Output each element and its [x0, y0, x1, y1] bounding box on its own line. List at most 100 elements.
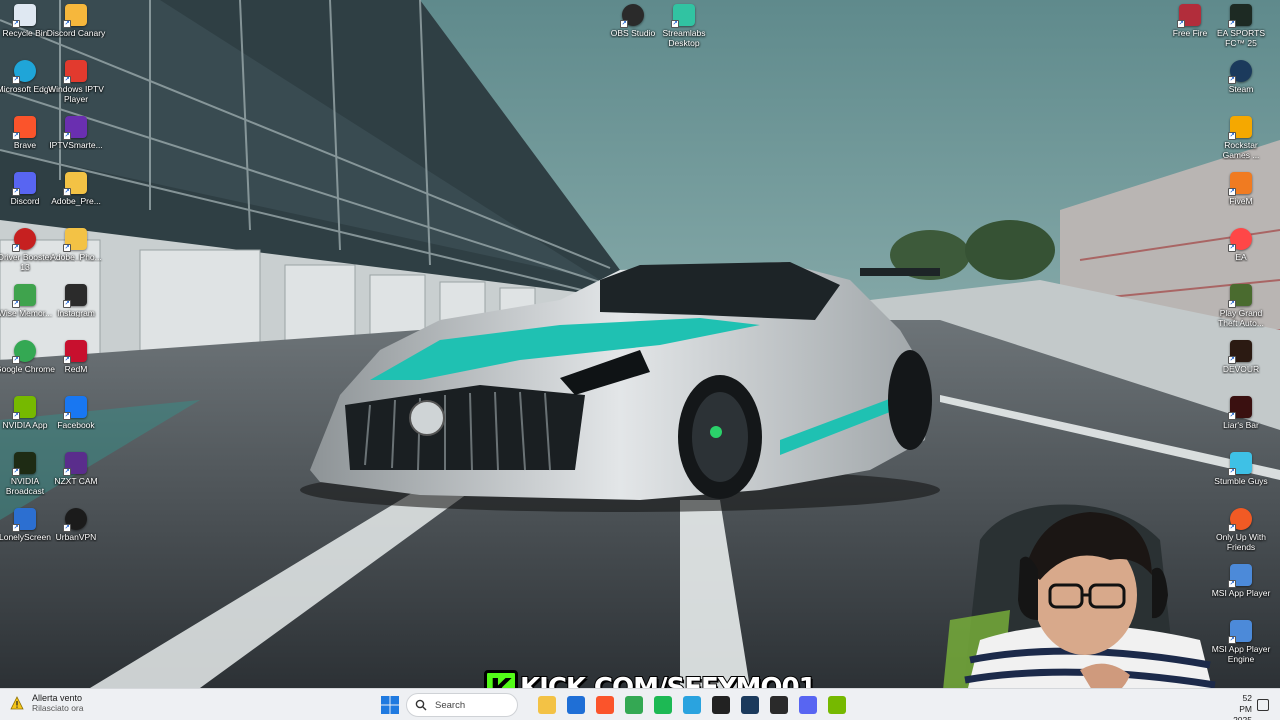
desktop-shortcut-steam[interactable]: ↗ Steam — [1213, 60, 1269, 112]
shortcut-arrow-icon: ↗ — [63, 76, 71, 84]
instagram-icon: ↗ — [63, 284, 87, 308]
desktop-shortcut-devour[interactable]: ↗ DEVOUR — [1213, 340, 1269, 392]
desktop-shortcut-label: FiveM — [1229, 196, 1253, 206]
shortcut-arrow-icon: ↗ — [63, 524, 71, 532]
shortcut-arrow-icon: ↗ — [12, 412, 20, 420]
rockstar-icon: ↗ — [1228, 116, 1252, 140]
devour-icon: ↗ — [1228, 340, 1252, 364]
lonelyscreen-icon: ↗ — [12, 508, 36, 532]
desktop-shortcut-label: RedM — [64, 364, 88, 374]
taskbar-app-file-explorer[interactable] — [538, 696, 556, 714]
shortcut-arrow-icon: ↗ — [671, 20, 679, 28]
desktop-shortcut-folder[interactable]: ↗ Adobe_Pho... — [48, 228, 104, 280]
redm-icon: ↗ — [63, 340, 87, 364]
desktop-shortcut-fivem[interactable]: ↗ FiveM — [1213, 172, 1269, 224]
desktop-shortcut-label: Discord Canary — [46, 28, 106, 38]
desktop-shortcut-ea[interactable]: ↗ EA — [1213, 228, 1269, 280]
shortcut-arrow-icon: ↗ — [1228, 188, 1236, 196]
desktop-shortcut-label: Windows IPTV Player — [48, 84, 104, 104]
shortcut-arrow-icon: ↗ — [12, 524, 20, 532]
webcam-overlay — [920, 500, 1238, 720]
weather-subtitle: Rilasciato ora — [32, 703, 84, 713]
desktop-shortcut-redm[interactable]: ↗ RedM — [48, 340, 104, 392]
system-clock[interactable]: 52 PM 2025 — [1228, 693, 1252, 720]
desktop-shortcut-facebook[interactable]: ↗ Facebook — [48, 396, 104, 448]
taskbar-app-brave[interactable] — [596, 696, 614, 714]
desktop-shortcut-label: Instagram — [57, 308, 95, 318]
taskbar-search-box[interactable]: Search — [406, 693, 518, 717]
shortcut-arrow-icon: ↗ — [1228, 356, 1236, 364]
desktop-shortcut-label: Steam — [1228, 84, 1254, 94]
chrome-icon: ↗ — [12, 340, 36, 364]
search-label: Search — [435, 699, 466, 711]
weather-widget[interactable]: Allerta vento Rilasciato ora — [10, 693, 84, 713]
taskbar: Allerta vento Rilasciato ora Search 52 P… — [0, 688, 1280, 720]
desktop-shortcut-stumble-guys[interactable]: ↗ Stumble Guys — [1213, 452, 1269, 504]
shortcut-arrow-icon: ↗ — [63, 20, 71, 28]
desktop-shortcut-rockstar[interactable]: ↗ Rockstar Games ... — [1213, 116, 1269, 168]
discord-canary-icon: ↗ — [63, 4, 87, 28]
weather-title: Allerta vento — [32, 693, 83, 703]
taskbar-app-obs[interactable] — [770, 696, 788, 714]
folder-icon: ↗ — [63, 172, 87, 196]
desktop-shortcut-label: Adobe_Pho... — [50, 252, 102, 262]
shortcut-arrow-icon: ↗ — [1228, 132, 1236, 140]
iptv-smarters-icon: ↗ — [63, 116, 87, 140]
nvidia-icon: ↗ — [12, 396, 36, 420]
recycle-bin-icon: ↗ — [12, 4, 36, 28]
desktop-shortcut-label: IPTVSmarte... — [49, 140, 103, 150]
desktop-shortcut-label: DEVOUR — [1222, 364, 1260, 374]
iptv-player-icon: ↗ — [63, 60, 87, 84]
desktop-shortcut-iptv-smarters[interactable]: ↗ IPTVSmarte... — [48, 116, 104, 168]
desktop-shortcut-discord-canary[interactable]: ↗ Discord Canary — [46, 4, 106, 56]
desktop-shortcut-instagram[interactable]: ↗ Instagram — [48, 284, 104, 336]
shortcut-arrow-icon: ↗ — [12, 244, 20, 252]
taskbar-app-steam[interactable] — [741, 696, 759, 714]
shortcut-arrow-icon: ↗ — [12, 468, 20, 476]
nvidia-broadcast-icon: ↗ — [12, 452, 36, 476]
desktop-shortcut-urbanvpn[interactable]: ↗ UrbanVPN — [48, 508, 104, 560]
desktop-shortcut-nzxt-cam[interactable]: ↗ NZXT CAM — [48, 452, 104, 504]
shortcut-arrow-icon: ↗ — [12, 300, 20, 308]
taskbar-app-spotify[interactable] — [654, 696, 672, 714]
desktop-shortcut-ea-fc[interactable]: ↗ EA SPORTS FC™ 25 — [1213, 4, 1269, 56]
desktop-shortcut-label: Streamlabs Desktop — [662, 28, 706, 48]
shortcut-arrow-icon: ↗ — [63, 132, 71, 140]
shortcut-arrow-icon: ↗ — [12, 76, 20, 84]
stumble-guys-icon: ↗ — [1228, 452, 1252, 476]
desktop-shortcut-label: Liar's Bar — [1223, 420, 1259, 430]
desktop-shortcut-iptv-player[interactable]: ↗ Windows IPTV Player — [48, 60, 104, 112]
desktop-shortcut-gta[interactable]: ↗ Play Grand Theft Auto... — [1213, 284, 1269, 336]
desktop-shortcut-label: Stumble Guys — [1214, 476, 1268, 486]
streamlabs-icon: ↗ — [671, 4, 695, 28]
taskbar-app-chrome[interactable] — [625, 696, 643, 714]
desktop-shortcut-label: Rockstar Games ... — [1222, 140, 1260, 160]
shortcut-arrow-icon: ↗ — [63, 244, 71, 252]
taskbar-app-telegram[interactable] — [683, 696, 701, 714]
taskbar-app-epic[interactable] — [712, 696, 730, 714]
shortcut-arrow-icon: ↗ — [1228, 244, 1236, 252]
notifications-icon[interactable] — [1257, 699, 1269, 711]
windows-start-icon[interactable] — [380, 695, 400, 715]
desktop-shortcut-label: NZXT CAM — [54, 476, 98, 486]
taskbar-app-discord[interactable] — [799, 696, 817, 714]
taskbar-app-store[interactable] — [567, 696, 585, 714]
shortcut-arrow-icon: ↗ — [1228, 76, 1236, 84]
taskbar-app-nvidia[interactable] — [828, 696, 846, 714]
desktop-shortcut-folder[interactable]: ↗ Adobe_Pre... — [48, 172, 104, 224]
desktop-shortcut-streamlabs[interactable]: ↗ Streamlabs Desktop — [656, 4, 712, 56]
edge-icon: ↗ — [12, 60, 36, 84]
folder-icon: ↗ — [63, 228, 87, 252]
shortcut-arrow-icon: ↗ — [63, 356, 71, 364]
shortcut-arrow-icon: ↗ — [12, 356, 20, 364]
obs-icon: ↗ — [620, 4, 644, 28]
desktop-shortcut-liars-bar[interactable]: ↗ Liar's Bar — [1213, 396, 1269, 448]
steam-icon: ↗ — [1228, 60, 1252, 84]
urbanvpn-icon: ↗ — [63, 508, 87, 532]
gta-icon: ↗ — [1228, 284, 1252, 308]
shortcut-arrow-icon: ↗ — [1228, 20, 1236, 28]
shortcut-arrow-icon: ↗ — [12, 188, 20, 196]
clock-date: 2025 — [1233, 715, 1252, 720]
desktop-shortcut-label: Play Grand Theft Auto... — [1218, 308, 1264, 328]
liars-bar-icon: ↗ — [1228, 396, 1252, 420]
